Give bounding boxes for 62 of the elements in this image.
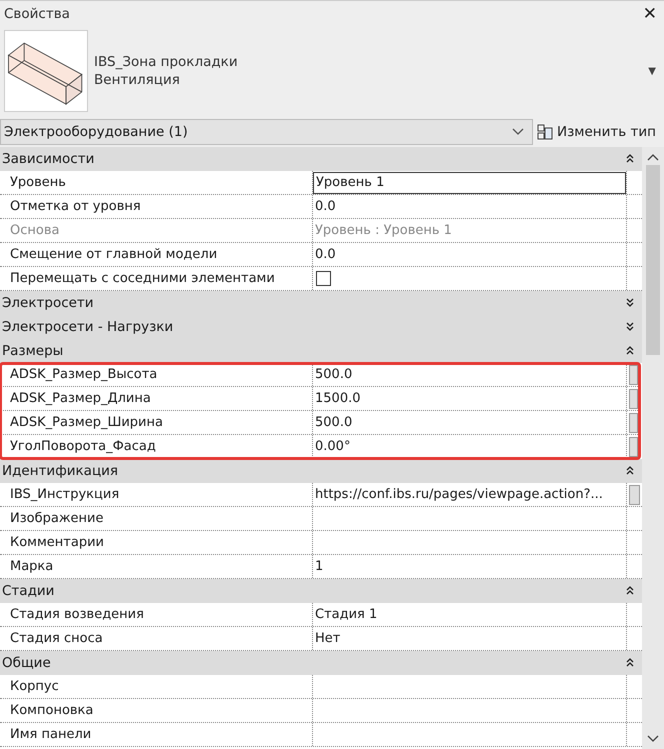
dropdown-arrow[interactable]: ▼ — [648, 66, 660, 76]
category-filter-dropdown[interactable]: Электрооборудование (1) — [0, 119, 533, 145]
group-header[interactable]: Электросети — [0, 291, 642, 315]
scroll-up-icon[interactable] — [647, 153, 659, 161]
edit-value-button[interactable] — [629, 484, 640, 504]
double-chevron-icon — [626, 346, 634, 356]
double-chevron-icon — [626, 658, 634, 668]
property-name: ADSK_Размер_Высота — [0, 363, 313, 386]
property-value[interactable]: 500.0 — [313, 367, 352, 382]
double-chevron-icon — [626, 322, 634, 332]
property-value[interactable]: 1500.0 — [313, 391, 360, 406]
property-value[interactable]: 0.0 — [313, 199, 336, 214]
property-name: Корпус — [0, 675, 313, 698]
edit-type-icon — [537, 124, 553, 140]
property-name: Стадия возведения — [0, 603, 313, 626]
property-name: Смещение от главной модели — [0, 243, 313, 266]
property-name: УголПоворота_Фасад — [0, 435, 313, 458]
property-name: Компоновка — [0, 699, 313, 722]
family-name: IBS_Зона прокладки — [94, 54, 239, 70]
panel-title: Свойства — [4, 6, 70, 22]
chevron-down-icon — [512, 128, 524, 136]
group-header[interactable]: Идентификация — [0, 459, 642, 483]
property-name: ADSK_Размер_Длина — [0, 387, 313, 410]
group-header[interactable]: Электросети - Нагрузки — [0, 315, 642, 339]
type-name: Вентиляция — [94, 72, 181, 88]
property-name: Уровень — [0, 171, 313, 194]
property-name: ADSK_Размер_Ширина — [0, 411, 313, 434]
edit-value-button[interactable] — [629, 388, 638, 408]
value-input-field[interactable]: Уровень 1 — [313, 172, 626, 194]
scrollbar[interactable] — [642, 147, 664, 749]
property-name: Изображение — [0, 507, 313, 530]
scrollbar-thumb[interactable] — [646, 165, 660, 355]
scroll-down-icon[interactable] — [647, 735, 659, 743]
property-name: Отметка от уровня — [0, 195, 313, 218]
property-value[interactable]: Стадия 1 — [313, 607, 378, 622]
property-value[interactable]: Нет — [313, 631, 340, 646]
double-chevron-icon — [626, 586, 634, 596]
property-value[interactable]: 0.0 — [313, 247, 336, 262]
checkbox[interactable] — [316, 271, 331, 286]
property-value[interactable]: https://conf.ibs.ru/pages/viewpage.action?... — [313, 487, 603, 502]
property-value[interactable]: 0.00° — [313, 439, 350, 454]
property-name: Имя панели — [0, 723, 313, 746]
group-header[interactable]: Размеры — [0, 339, 642, 363]
property-name: Стадия сноса — [0, 627, 313, 650]
property-name: Комментарии — [0, 531, 313, 554]
double-chevron-icon — [626, 298, 634, 308]
edit-value-button[interactable] — [629, 412, 638, 432]
property-name: IBS_Инструкция — [0, 483, 313, 506]
double-chevron-icon — [626, 466, 634, 476]
edit-value-button[interactable] — [629, 436, 638, 456]
group-header[interactable]: Общие — [0, 651, 642, 675]
type-selector[interactable]: IBS_Зона прокладки Вентиляция ▼ — [0, 27, 664, 115]
close-button[interactable]: ✕ — [640, 4, 660, 24]
group-header[interactable]: Зависимости — [0, 147, 642, 171]
edit-value-button[interactable] — [629, 364, 638, 384]
property-value[interactable]: 500.0 — [313, 415, 352, 430]
property-name: Основа — [0, 219, 313, 242]
double-chevron-icon — [626, 154, 634, 164]
property-value[interactable]: 1 — [313, 559, 324, 574]
property-name: Марка — [0, 555, 313, 578]
group-header[interactable]: Стадии — [0, 579, 642, 603]
property-name: Перемещать с соседними элементами — [0, 267, 313, 290]
